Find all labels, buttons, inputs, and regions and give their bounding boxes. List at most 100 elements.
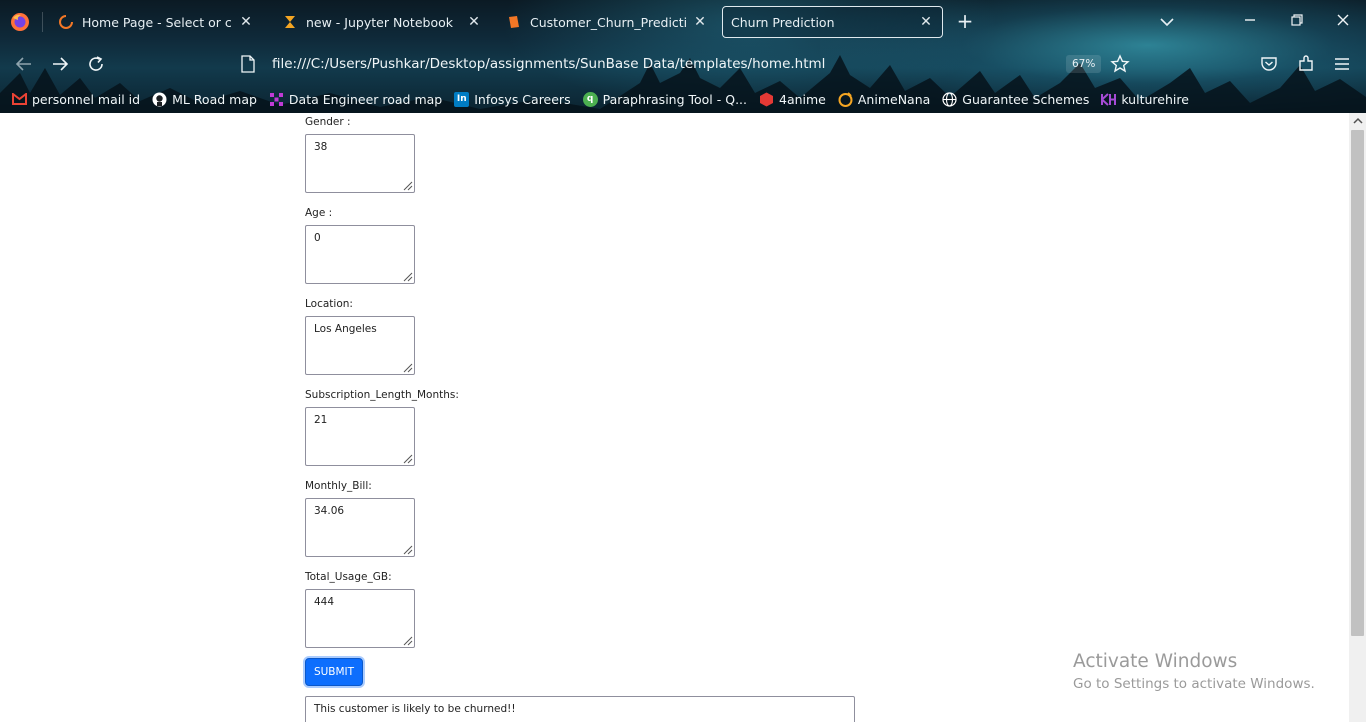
close-icon[interactable]: ✕ (466, 14, 482, 30)
chevron-down-icon[interactable] (1158, 14, 1176, 30)
globe-icon (942, 91, 957, 107)
bookmark-label: ML Road map (172, 91, 257, 107)
watermark-subtitle: Go to Settings to activate Windows. (1073, 676, 1315, 692)
jupyter-spinner-icon (58, 14, 74, 30)
subscription-length-field[interactable]: 21 (305, 407, 415, 466)
bookmark-label: personnel mail id (32, 91, 141, 107)
close-icon[interactable]: ✕ (238, 14, 254, 30)
minimize-icon (1245, 19, 1255, 21)
close-icon[interactable]: ✕ (918, 14, 934, 30)
back-button[interactable] (14, 54, 34, 74)
bookmark-data-engineer[interactable]: Data Engineer road map (269, 92, 442, 107)
bookmark-label: Infosys Careers (474, 91, 571, 107)
url-text[interactable]: file:///C:/Users/Pushkar/Desktop/assignm… (272, 56, 825, 72)
bookmark-ml-road-map[interactable]: ML Road map (152, 92, 257, 107)
tab-separator (42, 12, 43, 32)
activate-windows-watermark: Activate Windows Go to Settings to activ… (1073, 651, 1315, 692)
tab-title: Churn Prediction (731, 14, 835, 30)
bookmarks-bar: personnel mail id ML Road map Data Engin… (0, 86, 1366, 112)
zoom-level[interactable]: 67% (1066, 55, 1102, 73)
tab-title: Customer_Churn_Prediction_As (530, 14, 686, 30)
submit-button[interactable]: SUBMIT (305, 658, 363, 686)
new-tab-button[interactable]: + (955, 11, 975, 32)
animenana-icon (838, 91, 853, 107)
bookmark-guarantee-schemes[interactable]: Guarantee Schemes (942, 92, 1089, 107)
chevron-up-icon (1352, 117, 1363, 124)
monthly-bill-label: Monthly_Bill: (305, 480, 372, 492)
bookmark-label: AnimeNana (857, 91, 931, 107)
grid-icon (269, 92, 284, 107)
location-field[interactable]: Los Angeles (305, 316, 415, 375)
subscription-length-label: Subscription_Length_Months: (305, 389, 459, 401)
4anime-icon (759, 92, 774, 107)
age-field[interactable]: 0 (305, 225, 415, 284)
total-usage-label: Total_Usage_GB: (305, 571, 392, 583)
reload-button[interactable] (86, 54, 106, 74)
age-value: 0 (314, 232, 321, 244)
location-value: Los Angeles (314, 323, 377, 335)
age-label: Age : (305, 207, 333, 219)
watermark-title: Activate Windows (1073, 651, 1238, 672)
page-icon (241, 55, 255, 73)
scrollbar-thumb[interactable] (1351, 130, 1364, 636)
monthly-bill-field[interactable]: 34.06 (305, 498, 415, 557)
navigation-bar: file:///C:/Users/Pushkar/Desktop/assignm… (0, 44, 1366, 84)
page-content: Gender : 38 Age : 0 Location: Los Angele… (0, 113, 1366, 722)
location-label: Location: (305, 298, 353, 310)
resize-handle-icon[interactable] (401, 452, 413, 464)
notebook-icon (506, 14, 522, 30)
close-icon (1337, 14, 1349, 26)
restore-button[interactable] (1287, 12, 1307, 32)
tab-churn-prediction[interactable]: Churn Prediction ✕ (722, 6, 943, 38)
star-icon[interactable] (1110, 54, 1130, 74)
hourglass-icon (282, 14, 298, 30)
infosys-icon: In (454, 91, 470, 107)
bookmark-label: kulturehire (1121, 91, 1189, 107)
bookmark-animenana[interactable]: AnimeNana (838, 92, 930, 107)
scroll-up-button[interactable] (1349, 113, 1366, 129)
close-window-button[interactable] (1333, 12, 1353, 32)
bookmark-label: Paraphrasing Tool - Q... (602, 91, 747, 107)
prediction-result: This customer is likely to be churned!! (305, 696, 855, 722)
resize-handle-icon[interactable] (401, 543, 413, 555)
bookmark-4anime[interactable]: 4anime (759, 92, 826, 107)
total-usage-field[interactable]: 444 (305, 589, 415, 648)
tab-title: Home Page - Select or create a (82, 14, 232, 30)
close-icon[interactable]: ✕ (692, 14, 708, 30)
kulturehire-icon (1101, 92, 1117, 107)
hamburger-menu-icon[interactable] (1333, 55, 1351, 73)
gmail-icon (12, 92, 27, 107)
monthly-bill-value: 34.06 (314, 505, 345, 517)
resize-handle-icon[interactable] (401, 270, 413, 282)
tab-jupyter-notebook[interactable]: new - Jupyter Notebook ✕ (274, 6, 490, 38)
arrow-right-icon (53, 57, 69, 71)
url-bar[interactable]: file:///C:/Users/Pushkar/Desktop/assignm… (232, 49, 1112, 79)
github-icon (152, 92, 167, 107)
gender-label: Gender : (305, 116, 351, 128)
tab-home-page[interactable]: Home Page - Select or create a ✕ (50, 6, 262, 38)
total-usage-value: 444 (314, 596, 335, 608)
resize-handle-icon[interactable] (401, 179, 413, 191)
firefox-icon[interactable] (10, 12, 30, 32)
pocket-icon[interactable] (1260, 55, 1278, 73)
bookmark-label: 4anime (779, 91, 826, 107)
forward-button[interactable] (50, 54, 70, 74)
minimize-button[interactable] (1240, 12, 1260, 32)
bookmark-paraphrasing-tool[interactable]: q Paraphrasing Tool - Q... (582, 91, 747, 107)
tab-title: new - Jupyter Notebook (306, 14, 453, 30)
tab-customer-churn[interactable]: Customer_Churn_Prediction_As ✕ (498, 6, 716, 38)
extensions-icon[interactable] (1297, 55, 1315, 73)
resize-handle-icon[interactable] (401, 361, 413, 373)
bookmark-infosys[interactable]: In Infosys Careers (454, 91, 571, 107)
bookmark-label: Data Engineer road map (288, 91, 443, 107)
restore-icon (1291, 14, 1303, 26)
subscription-length-value: 21 (314, 414, 328, 426)
resize-handle-icon[interactable] (401, 634, 413, 646)
bookmark-kulturehire[interactable]: kulturehire (1101, 92, 1189, 107)
vertical-scrollbar[interactable] (1349, 113, 1366, 722)
reload-icon (89, 56, 103, 71)
bookmark-personnel-mail[interactable]: personnel mail id (12, 92, 140, 107)
tab-strip: Home Page - Select or create a ✕ new - J… (0, 0, 1366, 44)
browser-chrome: Home Page - Select or create a ✕ new - J… (0, 0, 1366, 113)
gender-field[interactable]: 38 (305, 134, 415, 193)
